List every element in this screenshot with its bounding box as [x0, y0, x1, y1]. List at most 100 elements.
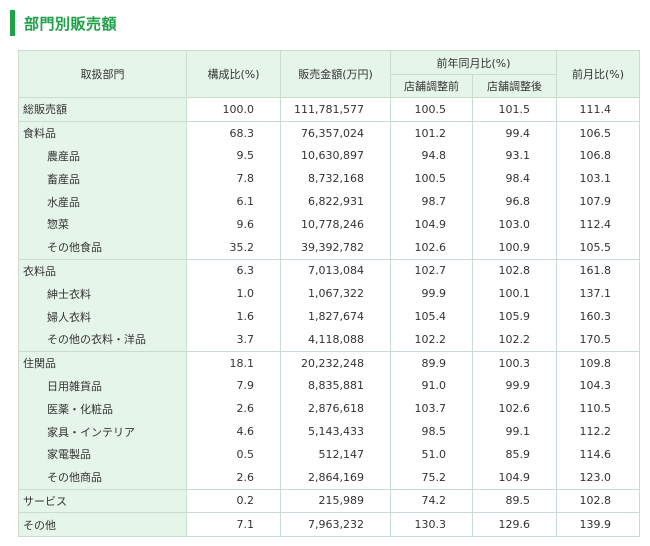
cell-mom: 112.2 [556, 420, 641, 443]
row-label: 医薬・化粧品 [18, 397, 187, 421]
row-label: 農産品 [18, 144, 187, 168]
cell-ratio: 2.6 [186, 465, 281, 490]
cell-yoy-before: 102.7 [390, 258, 473, 283]
cell-ratio: 1.6 [186, 305, 281, 328]
department-sales-table: 取扱部門 構成比(%) 販売金額(万円) 前年同月比(%) 前月比(%) 店舗調… [18, 50, 641, 538]
cell-ratio: 3.7 [186, 327, 281, 352]
cell-mom: 107.9 [556, 190, 641, 213]
cell-yoy-before: 102.2 [390, 327, 473, 352]
cell-sales: 76,357,024 [280, 120, 391, 145]
header-yoy-before: 店舗調整前 [390, 74, 473, 98]
cell-mom: 109.8 [556, 350, 641, 375]
table-row: 婦人衣料 1.6 1,827,674 105.4 105.9 160.3 [18, 305, 641, 328]
cell-mom: 105.5 [556, 235, 641, 260]
cell-yoy-after: 101.5 [471, 97, 558, 122]
cell-ratio: 2.6 [186, 397, 281, 421]
cell-yoy-before: 100.5 [390, 97, 473, 122]
cell-yoy-after: 100.1 [471, 282, 558, 306]
row-label: 紳士衣料 [18, 282, 187, 306]
cell-sales: 7,013,084 [280, 258, 391, 283]
cell-mom: 170.5 [556, 327, 641, 352]
table-row: 家電製品 0.5 512,147 51.0 85.9 114.6 [18, 442, 641, 466]
cell-ratio: 7.8 [186, 167, 281, 191]
row-label: その他商品 [18, 465, 187, 490]
cell-sales: 215,989 [280, 488, 391, 513]
cell-yoy-after: 99.9 [471, 374, 558, 398]
cell-yoy-before: 89.9 [390, 350, 473, 375]
cell-yoy-after: 100.9 [471, 235, 558, 260]
table-row: 総販売額 100.0 111,781,577 100.5 101.5 111.4 [18, 97, 641, 122]
cell-sales: 39,392,782 [280, 235, 391, 260]
cell-ratio: 0.2 [186, 488, 281, 513]
cell-sales: 8,732,168 [280, 167, 391, 191]
table-row: その他 7.1 7,963,232 130.3 129.6 139.9 [18, 512, 641, 538]
header-yoy: 前年同月比(%) [389, 50, 558, 75]
row-label: 惣菜 [18, 212, 187, 236]
table-row: 紳士衣料 1.0 1,067,322 99.9 100.1 137.1 [18, 282, 641, 306]
cell-ratio: 7.9 [186, 374, 281, 398]
cell-mom: 161.8 [556, 258, 641, 283]
cell-ratio: 18.1 [186, 350, 281, 375]
cell-yoy-before: 98.5 [390, 420, 473, 443]
cell-ratio: 7.1 [186, 512, 281, 538]
cell-ratio: 9.5 [186, 144, 281, 168]
cell-yoy-before: 101.2 [390, 120, 473, 145]
cell-sales: 1,067,322 [280, 282, 391, 306]
cell-yoy-after: 99.4 [471, 120, 558, 145]
row-label: その他の衣料・洋品 [18, 327, 187, 352]
cell-yoy-after: 85.9 [471, 442, 558, 466]
cell-yoy-before: 98.7 [390, 190, 473, 213]
cell-ratio: 35.2 [186, 235, 281, 260]
cell-yoy-before: 51.0 [390, 442, 473, 466]
cell-yoy-before: 103.7 [390, 397, 473, 421]
cell-yoy-after: 129.6 [471, 512, 558, 538]
row-label: サービス [18, 488, 187, 513]
cell-mom: 110.5 [556, 397, 641, 421]
cell-yoy-after: 89.5 [471, 488, 558, 513]
cell-yoy-after: 102.8 [471, 258, 558, 283]
cell-yoy-after: 103.0 [471, 212, 558, 236]
table-row: 家具・インテリア 4.6 5,143,433 98.5 99.1 112.2 [18, 420, 641, 443]
row-label: 住関品 [18, 350, 187, 375]
table-row: 畜産品 7.8 8,732,168 100.5 98.4 103.1 [18, 167, 641, 191]
cell-mom: 112.4 [556, 212, 641, 236]
row-label: 婦人衣料 [18, 305, 187, 328]
cell-yoy-before: 94.8 [390, 144, 473, 168]
cell-mom: 106.5 [556, 120, 641, 145]
cell-yoy-before: 75.2 [390, 465, 473, 490]
cell-yoy-before: 104.9 [390, 212, 473, 236]
cell-yoy-after: 96.8 [471, 190, 558, 213]
table-row: その他商品 2.6 2,864,169 75.2 104.9 123.0 [18, 465, 641, 490]
table-row: 食料品 68.3 76,357,024 101.2 99.4 106.5 [18, 120, 641, 145]
cell-mom: 103.1 [556, 167, 641, 191]
cell-ratio: 100.0 [186, 97, 281, 122]
cell-yoy-before: 102.6 [390, 235, 473, 260]
cell-sales: 2,876,618 [280, 397, 391, 421]
cell-sales: 4,118,088 [280, 327, 391, 352]
cell-sales: 8,835,881 [280, 374, 391, 398]
table-row: 医薬・化粧品 2.6 2,876,618 103.7 102.6 110.5 [18, 397, 641, 421]
header-ratio: 構成比(%) [186, 50, 281, 98]
cell-ratio: 68.3 [186, 120, 281, 145]
cell-mom: 102.8 [556, 488, 641, 513]
cell-yoy-before: 99.9 [390, 282, 473, 306]
header-department: 取扱部門 [18, 50, 187, 98]
table-row: その他の衣料・洋品 3.7 4,118,088 102.2 102.2 170.… [18, 327, 641, 352]
cell-yoy-after: 105.9 [471, 305, 558, 328]
cell-sales: 20,232,248 [280, 350, 391, 375]
cell-yoy-after: 104.9 [471, 465, 558, 490]
cell-mom: 114.6 [556, 442, 641, 466]
cell-mom: 160.3 [556, 305, 641, 328]
row-label: 家具・インテリア [18, 420, 187, 443]
row-label: その他食品 [18, 235, 187, 260]
cell-ratio: 6.1 [186, 190, 281, 213]
row-label: 総販売額 [18, 97, 187, 122]
row-label: 畜産品 [18, 167, 187, 191]
cell-mom: 123.0 [556, 465, 641, 490]
table-row: 惣菜 9.6 10,778,246 104.9 103.0 112.4 [18, 212, 641, 236]
cell-yoy-before: 74.2 [390, 488, 473, 513]
row-label: 食料品 [18, 120, 187, 145]
cell-sales: 512,147 [280, 442, 391, 466]
cell-mom: 137.1 [556, 282, 641, 306]
cell-mom: 106.8 [556, 144, 641, 168]
